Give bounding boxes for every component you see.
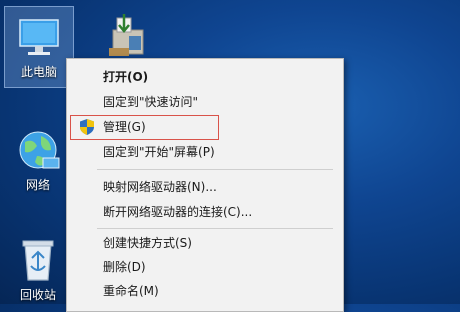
menu-item-manage[interactable]: 管理(G) — [67, 115, 343, 139]
menu-item-disconnect-network-drive[interactable]: 断开网络驱动器的连接(C)... — [67, 200, 343, 224]
menu-separator — [97, 228, 333, 229]
menu-item-label: 断开网络驱动器的连接(C)... — [103, 205, 253, 219]
desktop-icon-installer[interactable] — [92, 10, 160, 60]
menu-item-label: 管理(G) — [103, 120, 146, 134]
context-menu: 打开(O) 固定到"快速访问" 管理(G) 固定到"开始"屏幕(P) 映射网络驱… — [66, 58, 344, 312]
shield-icon — [80, 119, 94, 135]
computer-icon — [19, 19, 59, 55]
menu-item-pin-start[interactable]: 固定到"开始"屏幕(P) — [67, 140, 343, 164]
menu-item-label: 映射网络驱动器(N)... — [103, 180, 217, 194]
menu-item-create-shortcut[interactable]: 创建快捷方式(S) — [67, 231, 343, 255]
recycle-bin-icon — [22, 240, 54, 281]
desktop-icon-label: 此电脑 — [20, 65, 57, 79]
menu-item-label: 创建快捷方式(S) — [103, 236, 192, 250]
desktop-icon-label: 网络 — [25, 178, 50, 192]
network-globe-icon — [19, 131, 60, 169]
menu-item-label: 打开(O) — [103, 70, 149, 84]
menu-item-rename[interactable]: 重命名(M) — [67, 279, 343, 303]
installer-package-icon — [109, 14, 144, 56]
menu-item-delete[interactable]: 删除(D) — [67, 255, 343, 279]
menu-separator — [97, 169, 333, 170]
menu-item-open[interactable]: 打开(O) — [67, 65, 343, 89]
menu-item-label: 固定到"开始"屏幕(P) — [103, 145, 215, 159]
menu-item-pin-quick-access[interactable]: 固定到"快速访问" — [67, 90, 343, 114]
desktop-icon-this-pc[interactable]: 此电脑 — [4, 6, 74, 88]
menu-item-label: 固定到"快速访问" — [103, 95, 199, 109]
menu-item-label: 删除(D) — [103, 260, 146, 274]
desktop-icon-recycle-bin[interactable]: 回收站 — [4, 236, 72, 306]
menu-item-label: 重命名(M) — [103, 284, 159, 298]
desktop: 此电脑 网络 回收站 打开(O) 固定到"快速访问" 管理(G) 固定到"开始"… — [0, 0, 460, 312]
menu-item-map-network-drive[interactable]: 映射网络驱动器(N)... — [67, 175, 343, 199]
desktop-icon-network[interactable]: 网络 — [4, 128, 72, 202]
desktop-icon-label: 回收站 — [19, 288, 56, 302]
